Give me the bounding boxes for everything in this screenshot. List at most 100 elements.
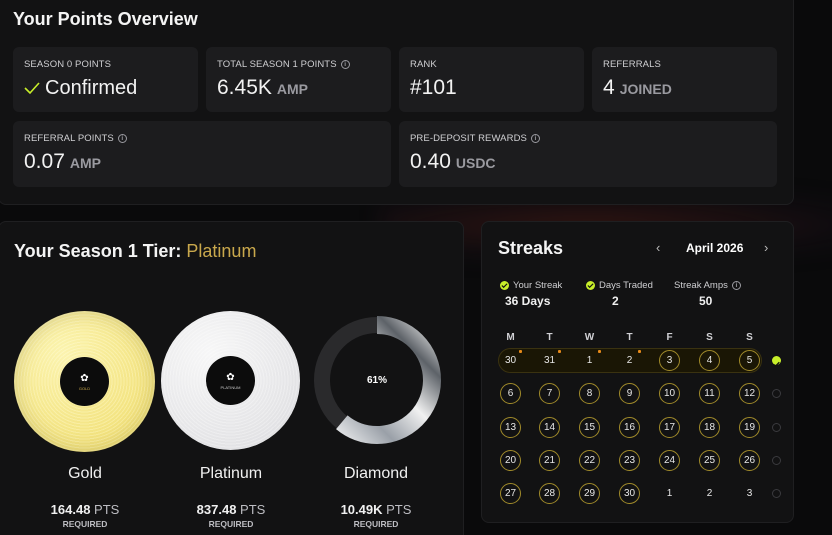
week-status-icon — [772, 489, 781, 498]
weekday-label: W — [584, 332, 595, 343]
card-value: 0.07 AMP — [24, 150, 101, 173]
calendar-day[interactable]: 1 — [579, 350, 600, 371]
card-value: Confirmed — [24, 76, 137, 100]
disc-name: Platinum — [199, 465, 263, 482]
info-icon[interactable]: i — [530, 134, 540, 143]
calendar-day[interactable]: 16 — [619, 417, 640, 438]
calendar-day[interactable]: 30 — [619, 483, 640, 504]
stat-your-streak: Your Streak — [500, 280, 562, 291]
stat-value: 2 — [612, 294, 619, 308]
calendar-day[interactable]: 23 — [619, 450, 640, 471]
calendar-day[interactable]: 18 — [699, 417, 720, 438]
calendar-day[interactable]: 26 — [739, 450, 760, 471]
calendar-day[interactable]: 3 — [659, 350, 680, 371]
card-value: #101 — [410, 76, 457, 99]
disc-required: REQUIRED — [62, 519, 108, 529]
calendar-day[interactable]: 19 — [739, 417, 760, 438]
calendar-day[interactable]: 13 — [500, 417, 521, 438]
week-status-icon — [772, 423, 781, 432]
weekday-label: S — [706, 332, 713, 343]
calendar-day[interactable]: 11 — [699, 383, 720, 404]
stat-days-traded: Days Traded — [586, 280, 653, 291]
calendar-day[interactable]: 10 — [659, 383, 680, 404]
info-icon[interactable]: i — [117, 134, 127, 143]
card-value: 0.40 USDC — [410, 150, 496, 173]
disc-label: ✿ PLATINUM — [206, 356, 255, 405]
card-label: REFERRAL POINTS — [24, 133, 114, 144]
streaks-title: Streaks — [498, 238, 564, 258]
week-complete-icon — [772, 356, 781, 368]
card-label: RANK — [410, 59, 437, 70]
overview-title: Your Points Overview — [13, 9, 198, 29]
calendar-day[interactable]: 8 — [579, 383, 600, 404]
calendar-day[interactable]: 2 — [699, 483, 720, 504]
weekday-label: T — [626, 332, 633, 343]
tier-name: Platinum — [186, 241, 257, 261]
calendar-day[interactable]: 28 — [539, 483, 560, 504]
calendar-day[interactable]: 4 — [699, 350, 720, 371]
rank-card: RANK #101 — [399, 47, 584, 112]
traded-marker — [638, 350, 641, 353]
calendar-day[interactable]: 12 — [739, 383, 760, 404]
info-icon[interactable]: i — [340, 60, 350, 69]
calendar-day[interactable]: 2 — [619, 350, 640, 371]
calendar-day[interactable]: 30 — [500, 350, 521, 371]
diamond-progress-text: 61% — [366, 375, 387, 386]
season0-card: SEASON 0 POINTS Confirmed — [13, 47, 198, 112]
platinum-disc: ✿ PLATINUM — [161, 311, 300, 450]
calendar-day[interactable]: 27 — [500, 483, 521, 504]
stat-streak-amps: Streak Amps i — [674, 280, 741, 291]
card-label: SEASON 0 POINTS — [24, 59, 112, 70]
check-icon — [24, 77, 40, 95]
calendar-day[interactable]: 9 — [619, 383, 640, 404]
week-status-icon — [772, 456, 781, 465]
weekday-label: S — [746, 332, 753, 343]
calendar-day[interactable]: 21 — [539, 450, 560, 471]
check-icon — [500, 281, 509, 290]
logo-icon: ✿ — [226, 371, 235, 383]
traded-marker — [519, 350, 522, 353]
card-value: 4 JOINED — [603, 76, 672, 99]
calendar-day[interactable]: 17 — [659, 417, 680, 438]
stat-value: 50 — [699, 294, 713, 308]
card-value: 6.45K AMP — [217, 76, 309, 99]
logo-icon: ✿ — [80, 372, 89, 384]
calendar-day[interactable]: 31 — [539, 350, 560, 371]
card-label: PRE-DEPOSIT REWARDS — [410, 133, 527, 144]
disc-required: REQUIRED — [208, 519, 254, 529]
calendar-day[interactable]: 1 — [659, 483, 680, 504]
info-icon[interactable]: i — [731, 281, 741, 290]
disc-label: ✿ GOLD — [60, 357, 109, 406]
calendar-day[interactable]: 22 — [579, 450, 600, 471]
stat-value: 36 Days — [505, 294, 551, 308]
calendar-day[interactable]: 29 — [579, 483, 600, 504]
week-status-icon — [772, 389, 781, 398]
calendar-day[interactable]: 3 — [739, 483, 760, 504]
card-label: TOTAL SEASON 1 POINTS — [217, 59, 337, 70]
calendar-day[interactable]: 6 — [500, 383, 521, 404]
calendar-day[interactable]: 24 — [659, 450, 680, 471]
calendar-day[interactable]: 7 — [539, 383, 560, 404]
calendar-day[interactable]: 25 — [699, 450, 720, 471]
disc-required: REQUIRED — [353, 519, 399, 529]
calendar-day[interactable]: 5 — [739, 350, 760, 371]
calendar-day[interactable]: 14 — [539, 417, 560, 438]
pre-deposit-card: PRE-DEPOSIT REWARDS i 0.40 USDC — [399, 121, 777, 187]
card-label: REFERRALS — [603, 59, 661, 70]
weekday-label: F — [666, 332, 673, 343]
gold-disc: ✿ GOLD — [14, 311, 155, 452]
referral-points-card: REFERRAL POINTS i 0.07 AMP — [13, 121, 391, 187]
disc-points: 10.49K PTS — [340, 502, 412, 517]
weekday-label: M — [506, 332, 515, 343]
disc-name: Gold — [68, 465, 102, 482]
traded-marker — [558, 350, 561, 353]
total-season1-card: TOTAL SEASON 1 POINTS i 6.45K AMP — [206, 47, 391, 112]
next-month-icon[interactable]: › — [764, 240, 768, 255]
calendar-day[interactable]: 15 — [579, 417, 600, 438]
traded-marker — [598, 350, 601, 353]
tier-title: Your Season 1 Tier: Platinum — [14, 241, 257, 261]
calendar-day[interactable]: 20 — [500, 450, 521, 471]
weekday-label: T — [546, 332, 553, 343]
prev-month-icon[interactable]: ‹ — [656, 240, 660, 255]
disc-points: 837.48 PTS — [196, 502, 266, 517]
